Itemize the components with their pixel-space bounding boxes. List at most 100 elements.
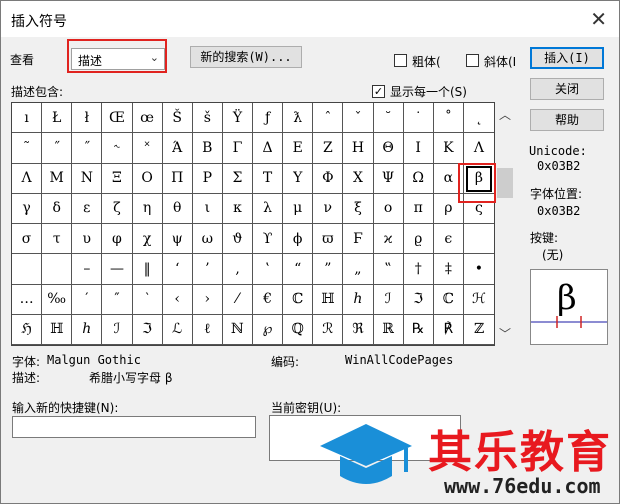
symbol-cell[interactable]: ϕ — [283, 224, 314, 255]
symbol-cell[interactable]: ℑ — [132, 314, 163, 345]
symbol-cell[interactable]: ı — [12, 103, 43, 134]
symbol-cell[interactable]: ′ — [72, 284, 103, 315]
symbol-cell[interactable]: – — [72, 254, 103, 285]
bold-checkbox[interactable] — [394, 54, 407, 67]
symbol-cell[interactable]: ϰ — [373, 224, 404, 255]
symbol-cell[interactable]: Φ — [313, 163, 344, 194]
symbol-cell[interactable]: ℐ — [102, 314, 133, 345]
symbol-cell[interactable]: ˝ — [72, 133, 103, 164]
symbol-cell[interactable]: Λ — [12, 163, 43, 194]
symbol-cell[interactable]: š — [192, 103, 223, 134]
symbol-cell[interactable]: Η — [343, 133, 374, 164]
close-icon[interactable]: ✕ — [590, 7, 607, 31]
symbol-cell[interactable]: Ł — [42, 103, 73, 134]
symbol-cell[interactable]: α — [433, 163, 464, 194]
symbol-cell[interactable]: μ — [283, 193, 314, 224]
symbol-cell[interactable]: † — [403, 254, 434, 285]
symbol-cell[interactable]: Χ — [343, 163, 374, 194]
symbol-cell[interactable]: ˇ — [343, 103, 374, 134]
symbol-cell[interactable]: ‚ — [222, 254, 253, 285]
symbol-cell[interactable]: Ζ — [313, 133, 344, 164]
symbol-cell[interactable]: ƛ — [283, 103, 314, 134]
symbol-cell[interactable]: Ρ — [192, 163, 223, 194]
symbol-cell[interactable]: € — [253, 284, 284, 315]
symbol-cell[interactable]: ℎ — [72, 314, 103, 345]
symbol-cell[interactable]: „ — [343, 254, 374, 285]
symbol-cell[interactable]: ƒ — [253, 103, 284, 134]
symbol-cell[interactable]: υ — [72, 224, 103, 255]
symbol-cell[interactable]: ψ — [162, 224, 193, 255]
symbol-cell[interactable]: Γ — [222, 133, 253, 164]
show-each-checkbox[interactable]: ✓ — [372, 85, 385, 98]
symbol-cell[interactable]: ℍ — [313, 284, 344, 315]
symbol-cell[interactable]: η — [132, 193, 163, 224]
symbol-cell[interactable]: Š — [162, 103, 193, 134]
symbol-cell[interactable]: Υ — [283, 163, 314, 194]
symbol-cell[interactable]: ℋ — [463, 285, 494, 315]
symbol-cell[interactable]: Ψ — [373, 163, 404, 194]
symbol-cell[interactable]: ⁄ — [222, 284, 253, 315]
symbol-cell[interactable]: ζ — [102, 193, 133, 224]
symbol-cell[interactable]: γ — [12, 193, 43, 224]
symbol-cell[interactable]: ℌ — [12, 314, 43, 345]
new-shortcut-input[interactable] — [12, 416, 256, 438]
symbol-cell[interactable]: ℕ — [222, 314, 253, 345]
symbol-cell[interactable]: ℝ — [373, 314, 404, 345]
symbol-cell[interactable]: › — [192, 284, 223, 315]
grid-scrollbar[interactable]: ︿ ﹀ — [495, 102, 515, 344]
symbol-cell[interactable]: Κ — [433, 133, 464, 164]
symbol-cell[interactable] — [12, 254, 43, 285]
insert-button[interactable]: 插入(I) — [530, 47, 604, 69]
symbol-cell[interactable]: δ — [42, 193, 73, 224]
symbol-cell[interactable]: ℛ — [313, 314, 344, 345]
symbol-cell[interactable]: ‡ — [433, 254, 464, 285]
symbol-cell[interactable]: λ — [253, 193, 284, 224]
symbol-cell[interactable]: Τ — [253, 163, 284, 194]
symbol-cell[interactable]: Ε — [283, 133, 314, 164]
symbol-cell[interactable]: Œ — [102, 103, 133, 134]
close-button[interactable]: 关闭 — [530, 78, 604, 100]
symbol-cell[interactable]: — — [102, 254, 133, 285]
symbol-cell[interactable]: ϱ — [403, 224, 434, 255]
symbol-cell[interactable]: Ξ — [102, 163, 133, 194]
symbol-cell[interactable]: ℑ — [403, 284, 434, 315]
symbol-cell[interactable]: ˙ — [403, 103, 434, 134]
symbol-cell[interactable]: ‘ — [162, 254, 193, 285]
symbol-cell[interactable]: ˚ — [433, 103, 464, 134]
symbol-cell[interactable]: ˞ — [102, 133, 133, 164]
symbol-cell[interactable]: Ω — [403, 163, 434, 194]
symbol-cell[interactable]: ˘ — [373, 103, 404, 134]
scroll-up-icon[interactable]: ︿ — [499, 106, 511, 123]
symbol-cell[interactable]: ℂ — [433, 284, 464, 315]
symbol-cell[interactable]: ℎ — [343, 284, 374, 315]
symbol-cell[interactable]: φ — [102, 224, 133, 255]
symbol-cell[interactable]: ε — [72, 193, 103, 224]
symbol-cell[interactable]: ‛ — [253, 254, 284, 285]
scroll-down-icon[interactable]: ﹀ — [499, 325, 511, 342]
symbol-cell[interactable]: “ — [283, 254, 314, 285]
symbol-cell[interactable]: ℒ — [162, 314, 193, 345]
symbol-cell[interactable]: Ά — [162, 133, 193, 164]
symbol-cell[interactable]: ϖ — [313, 224, 344, 255]
symbol-cell[interactable]: ℓ — [192, 314, 223, 345]
symbol-cell[interactable]: Β — [192, 133, 223, 164]
symbol-cell[interactable]: ι — [192, 193, 223, 224]
symbol-cell[interactable]: • — [463, 254, 494, 285]
symbol-cell[interactable]: … — [12, 284, 43, 315]
symbol-cell[interactable]: ℍ — [42, 314, 73, 345]
symbol-cell[interactable]: ‖ — [132, 254, 163, 285]
symbol-cell[interactable]: Ÿ — [222, 103, 253, 134]
symbol-cell[interactable]: ˆ — [313, 103, 344, 134]
symbol-cell[interactable]: ℘ — [253, 314, 284, 345]
symbol-cell[interactable]: ˟ — [132, 133, 163, 164]
new-search-button[interactable]: 新的搜索(W)... — [190, 46, 302, 68]
symbol-cell[interactable]: ‹ — [162, 284, 193, 315]
view-select[interactable]: 描述 ⌄ — [71, 48, 165, 70]
symbol-cell[interactable]: ˛ — [463, 103, 494, 134]
symbol-cell[interactable]: Π — [162, 163, 193, 194]
symbol-cell[interactable]: ‵ — [132, 284, 163, 315]
symbol-cell[interactable] — [42, 254, 73, 285]
symbol-cell[interactable]: ϵ — [433, 224, 464, 255]
symbol-cell[interactable]: κ — [222, 193, 253, 224]
symbol-cell[interactable]: Ϝ — [343, 224, 374, 255]
